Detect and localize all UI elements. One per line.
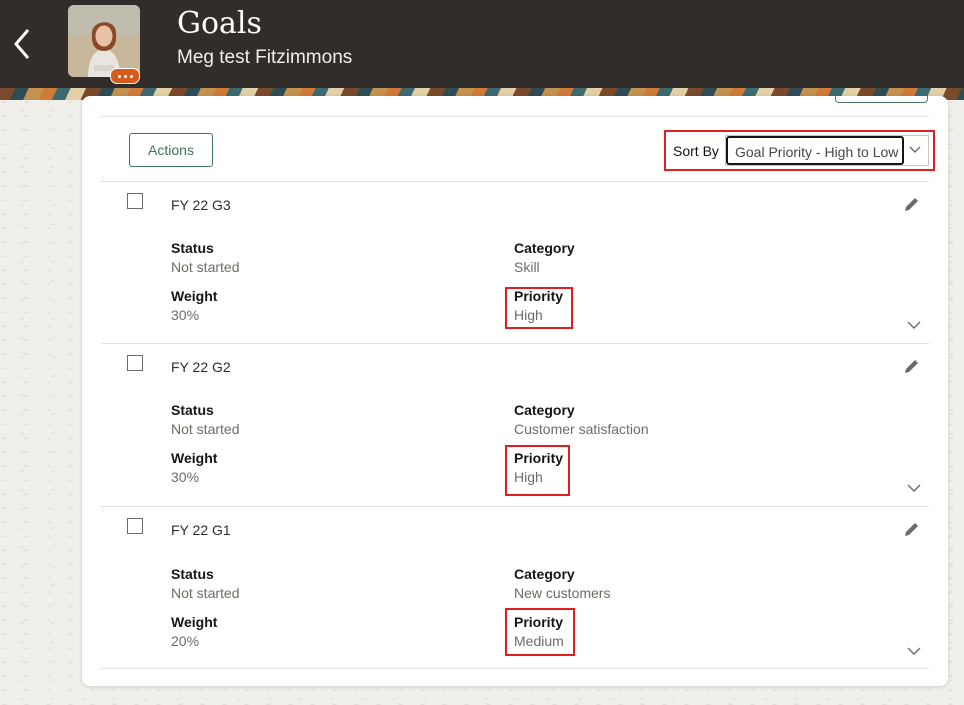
avatar[interactable] [68,5,140,77]
status-label: Status [171,240,214,256]
person-name: Meg test Fitzimmons [177,47,353,68]
priority-label: Priority [514,288,564,304]
goal-row: FY 22 G3 Status Not started Category Ski… [101,181,929,341]
status-value: Not started [171,421,240,437]
back-button[interactable] [8,24,36,64]
chevron-down-icon [909,146,921,153]
pencil-icon[interactable] [903,520,921,538]
priority-value: Medium [514,633,564,649]
weight-label: Weight [171,288,218,304]
weight-value: 30% [171,469,200,485]
status-value: Not started [171,259,240,275]
weight-value: 30% [171,307,200,323]
goal-name[interactable]: FY 22 G1 [171,522,231,538]
status-label: Status [171,402,214,418]
category-value: Skill [514,259,540,275]
sort-by-label: Sort By [673,143,719,159]
person-photo-icon [68,5,140,77]
goal-row: FY 22 G1 Status Not started Category New… [101,506,929,666]
page-header: Goals Meg test Fitzimmons [0,0,964,88]
priority-label: Priority [514,450,564,466]
weight-value: 20% [171,633,200,649]
divider [101,116,929,117]
status-label: Status [171,566,214,582]
category-label: Category [514,240,575,256]
chevron-down-icon[interactable] [907,644,921,658]
category-label: Category [514,402,575,418]
category-value: Customer satisfaction [514,421,649,437]
category-value: New customers [514,585,611,601]
status-value: Not started [171,585,240,601]
goal-name[interactable]: FY 22 G2 [171,359,231,375]
chevron-left-icon [14,29,30,59]
goal-row: FY 22 G2 Status Not started Category Cus… [101,343,929,503]
category-label: Category [514,566,575,582]
goal-checkbox[interactable] [127,355,143,371]
partially-hidden-button[interactable] [835,96,928,103]
pencil-icon[interactable] [903,357,921,375]
chevron-down-icon[interactable] [907,318,921,332]
weight-label: Weight [171,450,218,466]
priority-label: Priority [514,614,564,630]
goal-name[interactable]: FY 22 G3 [171,197,231,213]
pencil-icon[interactable] [903,195,921,213]
sort-by-select[interactable]: Goal Priority - High to Low [725,135,929,166]
goal-checkbox[interactable] [127,518,143,534]
actions-button[interactable]: Actions [129,133,213,167]
priority-value: High [514,469,543,485]
more-options-button[interactable] [110,68,140,84]
divider [101,668,929,669]
page-title: Goals [177,6,262,41]
priority-value: High [514,307,543,323]
goal-checkbox[interactable] [127,193,143,209]
weight-label: Weight [171,614,218,630]
sort-by-value: Goal Priority - High to Low [726,136,904,165]
chevron-down-icon[interactable] [907,481,921,495]
